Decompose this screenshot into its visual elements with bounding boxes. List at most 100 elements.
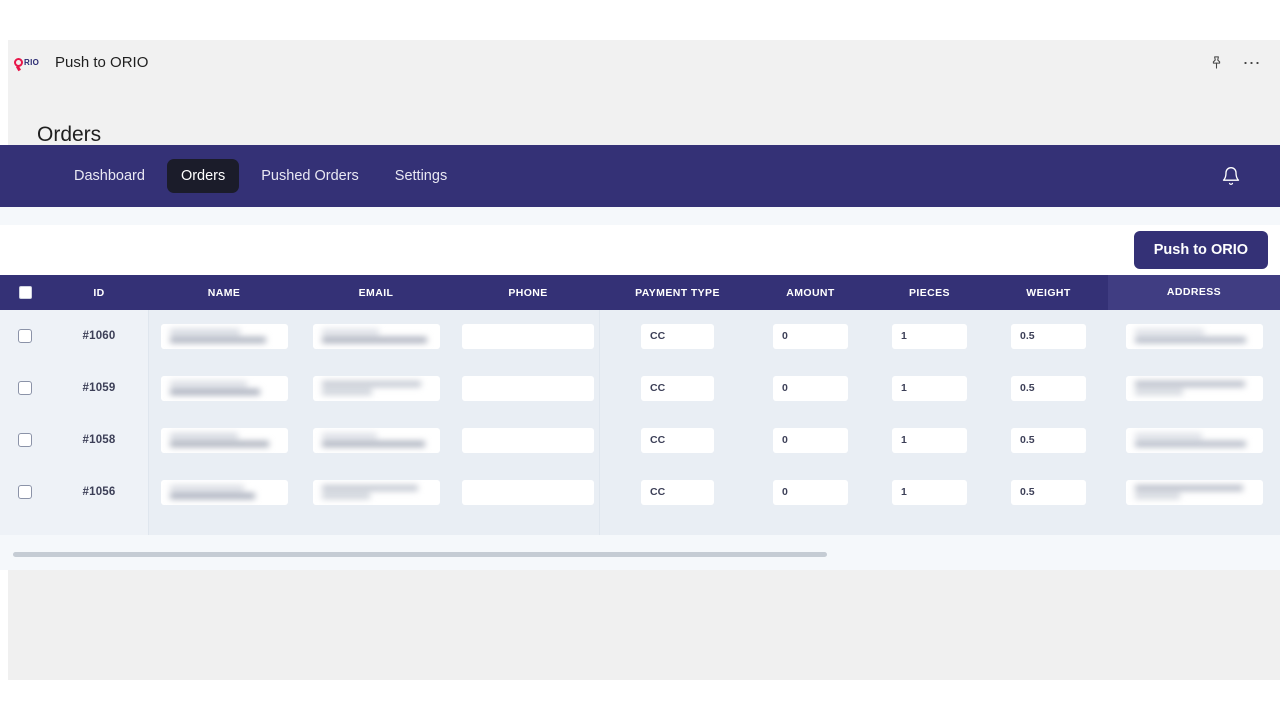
cell-order-id: #1059 [82, 382, 116, 394]
cell-pieces-input[interactable]: 1 [892, 375, 967, 401]
cell-phone-input[interactable] [462, 479, 594, 505]
app-frame: RIO Push to ORIO ⋯ Orders Dashboard Orde… [0, 40, 1280, 680]
cell-weight-input[interactable]: 0.5 [1011, 375, 1086, 401]
push-to-orio-button[interactable]: Push to ORIO [1133, 231, 1268, 269]
column-header-address[interactable]: ADDRESS [1108, 275, 1280, 310]
actions-toolbar: Push to ORIO [0, 225, 1280, 275]
cell-pieces-input[interactable]: 1 [892, 427, 967, 453]
table-row[interactable]: #1059 CC 0 1 0.5 [0, 362, 1280, 414]
column-header-phone[interactable]: PHONE [452, 287, 604, 299]
content-area: Push to ORIO ID NAME EMAIL PHONE PAYMENT… [0, 207, 1280, 570]
nav-item-list: Dashboard Orders Pushed Orders Settings [60, 159, 461, 193]
nav-item-settings[interactable]: Settings [381, 159, 461, 193]
table-body: #1060 CC 0 1 0.5 #1059 CC 0 1 0.5 #1058 … [0, 310, 1280, 535]
cell-payment-type-input[interactable]: CC [641, 323, 714, 349]
cell-email-input[interactable] [312, 323, 440, 349]
horizontal-scrollbar-track[interactable] [10, 552, 1270, 558]
table-row[interactable]: #1058 CC 0 1 0.5 [0, 414, 1280, 466]
row-select-checkbox[interactable] [0, 381, 50, 395]
cell-pieces-input[interactable]: 1 [892, 479, 967, 505]
cell-payment-type-input[interactable]: CC [641, 479, 714, 505]
redacted-name [169, 329, 288, 343]
redacted-email [321, 433, 440, 447]
nav-item-orders[interactable]: Orders [166, 159, 240, 193]
cell-weight-input[interactable]: 0.5 [1011, 479, 1086, 505]
table-row[interactable]: #1056 CC 0 1 0.5 [0, 466, 1280, 518]
redacted-address [1134, 329, 1263, 343]
table-header-row: ID NAME EMAIL PHONE PAYMENT TYPE AMOUNT … [0, 275, 1280, 310]
nav-item-dashboard[interactable]: Dashboard [60, 159, 159, 193]
checkbox-box-icon [18, 485, 32, 499]
cell-email-input[interactable] [312, 479, 440, 505]
app-title: Push to ORIO [55, 54, 149, 71]
cell-amount-input[interactable]: 0 [773, 479, 848, 505]
checkbox-box-icon [18, 286, 32, 299]
redacted-email [321, 381, 440, 395]
redacted-address [1134, 433, 1263, 447]
cell-amount-input[interactable]: 0 [773, 323, 848, 349]
cell-payment-type-input[interactable]: CC [641, 427, 714, 453]
cell-name-input[interactable] [160, 427, 288, 453]
row-select-checkbox[interactable] [0, 329, 50, 343]
cell-order-id: #1056 [82, 486, 116, 498]
cell-pieces-input[interactable]: 1 [892, 323, 967, 349]
page-title: Orders [37, 123, 102, 146]
redacted-address [1134, 381, 1263, 395]
cell-email-input[interactable] [312, 427, 440, 453]
bottom-white-strip [0, 680, 1280, 720]
redacted-name [169, 433, 288, 447]
cell-weight-input[interactable]: 0.5 [1011, 323, 1086, 349]
cell-payment-type-input[interactable]: CC [641, 375, 714, 401]
cell-phone-input[interactable] [462, 375, 594, 401]
pin-icon[interactable] [1202, 49, 1230, 77]
column-header-id[interactable]: ID [50, 287, 148, 299]
cell-phone-input[interactable] [462, 323, 594, 349]
column-header-payment-type[interactable]: PAYMENT TYPE [604, 287, 751, 299]
redacted-name [169, 485, 288, 499]
checkbox-box-icon [18, 329, 32, 343]
row-select-checkbox[interactable] [0, 485, 50, 499]
cell-address-input[interactable] [1125, 479, 1263, 505]
cell-name-input[interactable] [160, 375, 288, 401]
orio-logo-text: RIO [24, 57, 40, 67]
cell-amount-input[interactable]: 0 [773, 427, 848, 453]
column-header-name[interactable]: NAME [148, 287, 300, 299]
redacted-address [1134, 485, 1263, 499]
titlebar-actions: ⋯ [1202, 49, 1266, 77]
table-row[interactable]: #1060 CC 0 1 0.5 [0, 310, 1280, 362]
cell-name-input[interactable] [160, 323, 288, 349]
cell-address-input[interactable] [1125, 323, 1263, 349]
column-header-amount[interactable]: AMOUNT [751, 287, 870, 299]
orio-logo-mark-icon [14, 58, 23, 67]
cell-amount-input[interactable]: 0 [773, 375, 848, 401]
cell-weight-input[interactable]: 0.5 [1011, 427, 1086, 453]
horizontal-scrollbar-thumb[interactable] [13, 552, 827, 557]
nav-item-pushed-orders[interactable]: Pushed Orders [247, 159, 373, 193]
cell-order-id: #1058 [82, 434, 116, 446]
cell-address-input[interactable] [1125, 375, 1263, 401]
checkbox-box-icon [18, 433, 32, 447]
redacted-email [321, 485, 440, 499]
cell-email-input[interactable] [312, 375, 440, 401]
redacted-name [169, 381, 288, 395]
column-header-email[interactable]: EMAIL [300, 287, 452, 299]
primary-navbar: Dashboard Orders Pushed Orders Settings [0, 145, 1280, 207]
cell-address-input[interactable] [1125, 427, 1263, 453]
column-header-pieces[interactable]: PIECES [870, 287, 989, 299]
more-options-icon[interactable]: ⋯ [1238, 49, 1266, 77]
row-select-checkbox[interactable] [0, 433, 50, 447]
window-titlebar: RIO Push to ORIO ⋯ [8, 40, 1280, 85]
orders-table: ID NAME EMAIL PHONE PAYMENT TYPE AMOUNT … [0, 275, 1280, 570]
select-all-checkbox[interactable] [0, 286, 50, 299]
cell-name-input[interactable] [160, 479, 288, 505]
column-header-weight[interactable]: WEIGHT [989, 287, 1108, 299]
app-screenshot: RIO Push to ORIO ⋯ Orders Dashboard Orde… [0, 0, 1280, 720]
redacted-email [321, 329, 440, 343]
table-scroll-area [0, 535, 1280, 570]
cell-phone-input[interactable] [462, 427, 594, 453]
footer-spacer [8, 570, 1280, 680]
toolbar-top-strip [0, 207, 1280, 225]
orio-logo: RIO [14, 56, 44, 70]
bell-icon[interactable] [1216, 161, 1246, 191]
ellipsis-glyph: ⋯ [1242, 52, 1262, 73]
